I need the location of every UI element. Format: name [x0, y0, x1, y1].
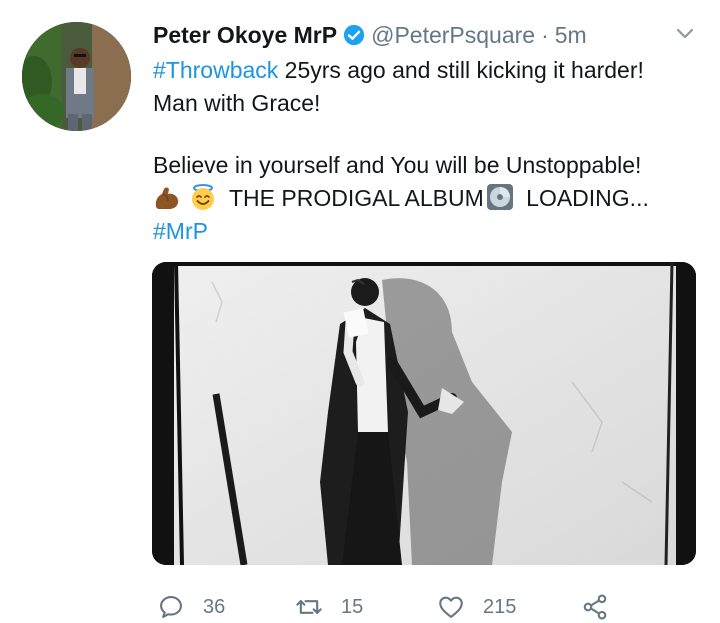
chevron-down-icon[interactable]: [674, 26, 696, 42]
display-name[interactable]: Peter Okoye MrP: [153, 22, 337, 49]
like-count: 215: [483, 595, 517, 618]
tweet-media-photo[interactable]: [152, 262, 696, 565]
share-icon: [583, 594, 607, 620]
hashtag-link-mrp[interactable]: #MrP: [153, 218, 208, 244]
tweet-line-5: #MrP: [153, 215, 698, 248]
share-button[interactable]: [581, 591, 609, 623]
tweet-line-2: Man with Grace!: [153, 90, 321, 116]
heart-icon: [439, 596, 463, 618]
reply-icon: [160, 596, 182, 618]
timestamp[interactable]: 5m: [555, 22, 587, 49]
reply-count: 36: [203, 595, 226, 618]
reply-button[interactable]: 36: [157, 591, 225, 623]
tweet-actions: 36 15 215: [157, 591, 637, 623]
tweet-line-4: THE PRODIGAL ALBUM LOADING...: [153, 182, 698, 215]
optical-disc-icon: [486, 183, 514, 210]
verified-badge-icon: [343, 24, 365, 46]
retweet-button[interactable]: 15: [295, 591, 363, 623]
retweet-count: 15: [341, 595, 364, 618]
tweet-text: #Throwback 25yrs ago and still kicking i…: [153, 54, 698, 248]
tweet-card: Peter Okoye MrP @PeterPsquare · 5m #Thro…: [0, 0, 720, 621]
smiling-face-with-halo-icon: [189, 183, 217, 210]
tweet-line-4-text-a: THE PRODIGAL ALBUM: [229, 185, 484, 211]
like-button[interactable]: 215: [437, 591, 516, 623]
avatar[interactable]: [22, 22, 131, 131]
tweet-line-3: Believe in yourself and You will be Unst…: [153, 152, 642, 178]
flexed-biceps-icon: [153, 185, 181, 211]
tweet-line-1: #Throwback 25yrs ago and still kicking i…: [153, 54, 698, 87]
retweet-icon: [296, 600, 322, 614]
tweet-line-4-text-b: LOADING...: [519, 185, 649, 211]
tweet-header: Peter Okoye MrP @PeterPsquare · 5m: [153, 18, 587, 52]
tweet-line-1-text: 25yrs ago and still kicking it harder!: [278, 57, 644, 83]
hashtag-link-throwback[interactable]: #Throwback: [153, 57, 278, 83]
user-handle[interactable]: @PeterPsquare: [371, 22, 535, 49]
separator-dot: ·: [541, 21, 549, 48]
